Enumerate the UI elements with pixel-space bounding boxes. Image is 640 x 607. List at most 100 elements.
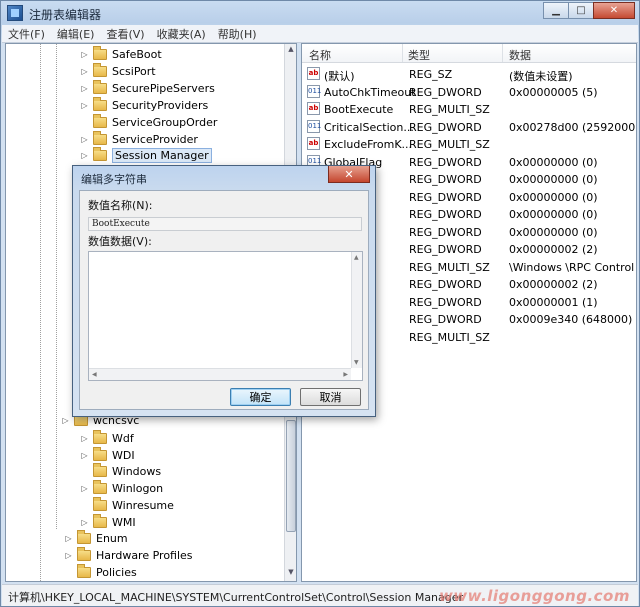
scroll-right-arrow-icon[interactable]: ▶ [343,371,348,378]
value-data: 0x00000005 (5) [509,85,598,99]
tree-item-label: SecurePipeServers [112,82,215,95]
column-header-data[interactable]: 数据 [509,47,531,63]
cancel-button[interactable]: 取消 [300,388,361,406]
value-data: 0x00000000 (0) [509,173,598,186]
value-name: CriticalSection... [324,120,414,134]
tree-item[interactable]: ▷ WDI [80,447,135,464]
folder-icon [93,114,107,128]
value-name: BootExecute [324,103,394,116]
tree-scroll-thumb[interactable] [286,420,296,532]
expand-arrow-icon[interactable]: ▷ [64,534,73,543]
list-item[interactable]: 011 CriticalSection... REG_DWORD 0x00278d00… [302,119,637,137]
tree-item-label: WDI [112,449,135,462]
expand-arrow-icon[interactable]: ▷ [80,451,89,460]
menu-item[interactable]: 收藏夹(A) [151,26,212,42]
scroll-left-arrow-icon[interactable]: ◀ [92,371,97,378]
expand-arrow-icon[interactable]: ▷ [80,434,89,443]
tree-item[interactable]: ▷ Session Manager [80,147,212,164]
tree-item[interactable]: ▷ SecurePipeServers [80,80,215,97]
tree-item[interactable]: Policies [64,564,137,581]
value-type: REG_DWORD [409,85,482,99]
column-separator [402,44,403,62]
tree-item-label: ServiceProvider [112,133,198,146]
column-header-type[interactable]: 类型 [408,47,430,63]
list-item[interactable]: ab BootExecute REG_MULTI_SZ [302,101,636,119]
status-path: 计算机\HKEY_LOCAL_MACHINE\SYSTEM\CurrentCon… [8,591,464,604]
value-data: 0x0009e340 (648000) [509,313,633,326]
expand-arrow-icon[interactable]: ▷ [80,151,89,160]
ok-button[interactable]: 确定 [230,388,291,406]
menu-item[interactable]: 文件(F) [2,26,51,42]
string-value-icon: ab [307,137,320,150]
title-bar[interactable]: 注册表编辑器 ▁ □ ✕ [1,1,639,25]
tree-item[interactable]: ▷ Wdf [80,430,134,447]
binary-value-icon: 011 [307,119,321,133]
tree-item[interactable]: ▷ Winlogon [80,480,163,497]
maximize-button[interactable]: □ [568,2,594,19]
minimize-button[interactable]: ▁ [543,2,569,19]
tree-item[interactable]: ServiceGroupOrder [80,114,217,131]
menu-item[interactable]: 查看(V) [100,26,150,42]
expand-arrow-icon[interactable]: ▷ [80,518,89,527]
scroll-up-arrow-icon[interactable]: ▲ [354,254,359,261]
value-data: 0x00000002 (2) [509,243,598,256]
tree-item[interactable]: ▷ Hardware Profiles [64,547,193,564]
expand-arrow-icon[interactable]: ▷ [80,135,89,144]
folder-icon [77,530,91,544]
folder-icon [93,447,107,461]
scroll-up-arrow-icon[interactable]: ▲ [286,45,296,57]
list-item[interactable]: ab ExcludeFromK... REG_MULTI_SZ [302,136,636,154]
dialog-body: 数值名称(N): BootExecute 数值数据(V): ▲ ▼ ◀ ▶ 确定… [79,190,369,410]
list-header: 名称 类型 数据 [302,44,636,63]
value-data: 0x00278d00 (2592000) [509,120,637,134]
expand-arrow-icon[interactable]: ▷ [64,551,73,560]
expand-arrow-icon [80,501,89,510]
tree-item[interactable]: ▷ ScsiPort [80,63,156,80]
dialog-close-button[interactable]: ✕ [328,166,370,183]
tree-item[interactable]: Windows [80,463,161,480]
close-button[interactable]: ✕ [593,2,635,19]
folder-icon [93,430,107,444]
textarea-vertical-scrollbar[interactable]: ▲ ▼ [351,252,362,368]
value-name: (默认) [324,70,355,83]
expand-arrow-icon[interactable]: ▷ [80,484,89,493]
folder-icon [93,480,107,494]
tree-item-label: ServiceGroupOrder [112,116,218,129]
list-item[interactable]: 011 AutoChkTimeout REG_DWORD 0x00000005 (5) [302,84,636,102]
expand-arrow-icon[interactable]: ▷ [80,101,89,110]
menu-item[interactable]: 编辑(E) [51,26,101,42]
folder-icon [93,131,107,145]
value-data: 0x00000002 (2) [509,278,598,291]
tree-item-label: Hardware Profiles [96,549,193,562]
tree-item[interactable]: ▷ WMI [80,514,136,531]
column-header-name[interactable]: 名称 [309,47,331,63]
value-data: 0x00000000 (0) [509,208,598,221]
tree-item-label: Wdf [112,432,134,445]
scroll-down-arrow-icon[interactable]: ▼ [354,359,359,366]
tree-item[interactable]: ▷ Enum [64,530,128,547]
expand-arrow-icon: ▷ [62,416,69,425]
tree-item[interactable]: ▷ SafeBoot [80,46,162,63]
value-data-textarea[interactable]: ▲ ▼ ◀ ▶ [88,251,363,381]
expand-arrow-icon[interactable]: ▷ [80,67,89,76]
menu-item[interactable]: 帮助(H) [212,26,263,42]
binary-value-icon: 011 [307,84,321,98]
tree-item[interactable]: ▷ ServiceProvider [80,131,198,148]
tree-item[interactable]: Winresume [80,497,174,514]
expand-arrow-icon[interactable]: ▷ [80,50,89,59]
tree-item[interactable]: ▷ SecurityProviders [80,97,208,114]
value-type: REG_DWORD [409,225,482,239]
tree-item-label: SafeBoot [112,48,162,61]
tree-item-label: Session Manager [112,148,212,163]
window-controls: ▁ □ ✕ [543,2,635,19]
value-type: REG_SZ [409,68,453,81]
value-data: \Windows \RPC Control [509,260,635,274]
tree-item-label: Winlogon [112,482,164,495]
list-item[interactable]: ab (默认) REG_SZ (数值未设置) [302,66,636,84]
folder-icon [93,463,107,477]
scroll-down-arrow-icon[interactable]: ▼ [286,568,296,580]
textarea-horizontal-scrollbar[interactable]: ◀ ▶ [89,368,351,380]
expand-arrow-icon[interactable]: ▷ [80,84,89,93]
value-data: 0x00000000 (0) [509,190,598,204]
tree-item-label: Winresume [112,499,174,512]
